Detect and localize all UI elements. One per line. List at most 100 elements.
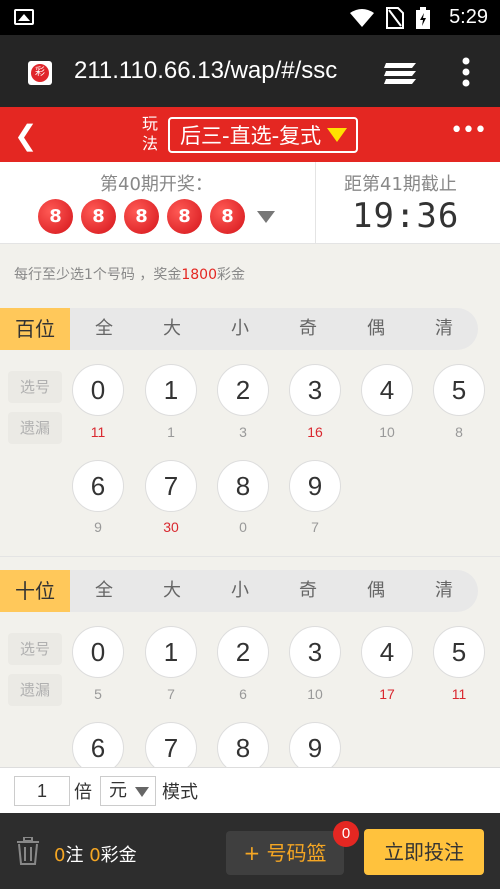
- draw-info-panel: 第40期开奖： 8 8 8 8 8 距第41期截止 19:36: [0, 162, 500, 244]
- tabs-icon[interactable]: [384, 59, 418, 85]
- no-sim-icon: [386, 7, 404, 29]
- chevron-down-icon: [135, 787, 149, 797]
- bet-count: 0: [54, 845, 66, 866]
- app-header: ❮ 玩 法 后三-直选-复式 •••: [0, 107, 500, 162]
- filter-small[interactable]: 小: [206, 570, 274, 612]
- number-ball-9[interactable]: 9: [289, 722, 341, 767]
- number-ball-7[interactable]: 7: [145, 722, 197, 767]
- filter-even[interactable]: 偶: [342, 570, 410, 612]
- dropdown-triangle-icon: [327, 128, 348, 142]
- history-dropdown-icon[interactable]: [257, 210, 275, 223]
- tens-section: 十位 全 大 小 奇 偶 清 选号 遗漏 0 1 2 3 4 5 5 7 6 1…: [0, 570, 500, 767]
- missing-count: 7: [167, 686, 175, 702]
- missing-count: 6: [239, 686, 247, 702]
- missing-count: 3: [239, 424, 247, 440]
- place-bet-button[interactable]: 立即投注: [364, 829, 484, 875]
- select-tag: 选号: [8, 371, 62, 403]
- number-ball-4[interactable]: 4: [361, 626, 413, 678]
- number-ball-6[interactable]: 6: [72, 460, 124, 512]
- missing-count: 11: [90, 424, 106, 440]
- status-bar: 5:29: [0, 0, 500, 35]
- bottom-action-bar: 0注 0彩金 + 号码篮 0 立即投注: [0, 813, 500, 889]
- number-ball-2[interactable]: 2: [217, 364, 269, 416]
- missing-count: 7: [311, 519, 319, 535]
- position-label-tens: 十位: [0, 570, 70, 612]
- filter-odd[interactable]: 奇: [274, 308, 342, 350]
- section-divider: [0, 556, 500, 557]
- missing-count: 30: [163, 519, 179, 535]
- missing-tag: 遗漏: [8, 674, 62, 706]
- back-icon[interactable]: ❮: [14, 119, 37, 152]
- number-ball-7[interactable]: 7: [145, 460, 197, 512]
- missing-count: 0: [239, 519, 247, 535]
- missing-count: 8: [455, 424, 463, 440]
- play-mode-text: 后三-直选-复式: [180, 124, 322, 148]
- status-time: 5:29: [449, 6, 488, 28]
- wifi-icon: [350, 9, 374, 27]
- number-ball-5[interactable]: 5: [433, 626, 485, 678]
- number-ball-6[interactable]: 6: [72, 722, 124, 767]
- bet-summary: 0注 0彩金: [54, 845, 137, 866]
- multiplier-bar: 1 倍 元 模式: [0, 767, 500, 813]
- result-ball: 8: [167, 199, 202, 234]
- missing-count: 9: [94, 519, 102, 535]
- countdown-timer: 19:36: [352, 196, 460, 236]
- number-ball-5[interactable]: 5: [433, 364, 485, 416]
- number-ball-1[interactable]: 1: [145, 364, 197, 416]
- result-ball: 8: [81, 199, 116, 234]
- filter-even[interactable]: 偶: [342, 308, 410, 350]
- position-label-hundreds: 百位: [0, 308, 70, 350]
- missing-count: 10: [307, 686, 323, 702]
- hundreds-section: 百位 全 大 小 奇 偶 清 选号 遗漏 0 1 2 3 4 5 11 1 3 …: [0, 308, 500, 558]
- missing-count: 5: [94, 686, 102, 702]
- filter-clear[interactable]: 清: [410, 308, 478, 350]
- number-ball-9[interactable]: 9: [289, 460, 341, 512]
- filter-odd[interactable]: 奇: [274, 570, 342, 612]
- result-ball: 8: [124, 199, 159, 234]
- number-ball-4[interactable]: 4: [361, 364, 413, 416]
- number-ball-1[interactable]: 1: [145, 626, 197, 678]
- play-mode-selector[interactable]: 后三-直选-复式: [168, 117, 358, 153]
- basket-count-badge: 0: [333, 821, 359, 847]
- filter-big[interactable]: 大: [138, 308, 206, 350]
- missing-count: 17: [379, 686, 395, 702]
- next-draw-label: 距第41期截止: [344, 174, 457, 195]
- result-ball: 8: [38, 199, 73, 234]
- number-ball-2[interactable]: 2: [217, 626, 269, 678]
- missing-count: 11: [451, 686, 467, 702]
- number-ball-3[interactable]: 3: [289, 626, 341, 678]
- filter-clear[interactable]: 清: [410, 570, 478, 612]
- site-favicon: 彩: [28, 61, 52, 85]
- bet-amount: 0: [89, 845, 101, 866]
- last-draw-balls[interactable]: 8 8 8 8 8: [38, 199, 275, 234]
- multiplier-unit-label: 倍: [74, 782, 92, 803]
- divider: [315, 162, 316, 244]
- number-basket-button[interactable]: + 号码篮: [226, 831, 344, 875]
- missing-tag: 遗漏: [8, 412, 62, 444]
- filter-small[interactable]: 小: [206, 308, 274, 350]
- quick-filter-bar: 全 大 小 奇 偶 清: [70, 308, 478, 350]
- prize-amount: 1800: [181, 267, 217, 283]
- filter-all[interactable]: 全: [70, 308, 138, 350]
- multiplier-input[interactable]: 1: [14, 776, 70, 806]
- number-ball-0[interactable]: 0: [72, 364, 124, 416]
- currency-select[interactable]: 元: [100, 776, 156, 806]
- filter-big[interactable]: 大: [138, 570, 206, 612]
- play-method-label: 玩 法: [141, 114, 158, 153]
- filter-all[interactable]: 全: [70, 570, 138, 612]
- trash-icon[interactable]: [16, 837, 40, 865]
- url-field[interactable]: 211.110.66.13/wap/#/ssc: [74, 57, 354, 85]
- number-ball-8[interactable]: 8: [217, 722, 269, 767]
- mode-label: 模式: [162, 782, 198, 803]
- overflow-menu-icon[interactable]: [462, 57, 470, 87]
- missing-count: 16: [307, 424, 323, 440]
- number-ball-8[interactable]: 8: [217, 460, 269, 512]
- select-tag: 选号: [8, 633, 62, 665]
- battery-charging-icon: [416, 7, 430, 29]
- last-draw-label: 第40期开奖：: [100, 174, 213, 195]
- number-ball-0[interactable]: 0: [72, 626, 124, 678]
- more-icon[interactable]: •••: [450, 118, 487, 143]
- quick-filter-bar: 全 大 小 奇 偶 清: [70, 570, 478, 612]
- browser-toolbar: 彩 211.110.66.13/wap/#/ssc: [0, 35, 500, 107]
- number-ball-3[interactable]: 3: [289, 364, 341, 416]
